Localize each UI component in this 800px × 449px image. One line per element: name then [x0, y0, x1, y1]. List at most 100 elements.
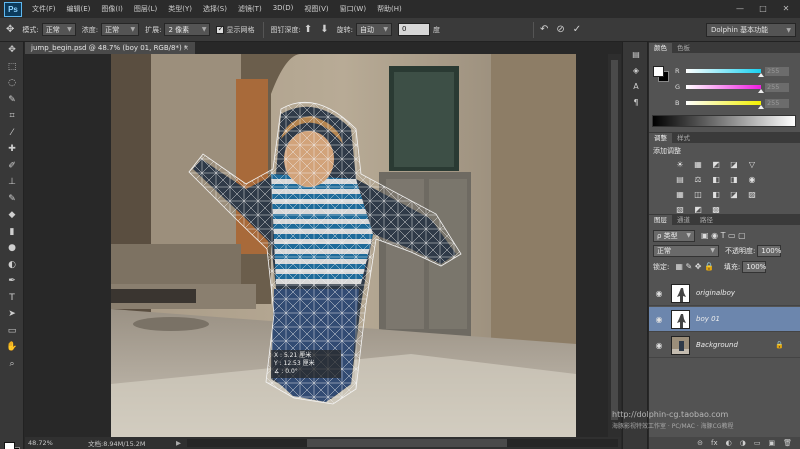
menu-edit[interactable]: 编辑(E) — [67, 4, 91, 14]
canvas-area[interactable]: X : 5.21 厘米 Y : 12.53 厘米 ∡ : 0.0° — [25, 54, 621, 437]
healing-brush-tool-icon[interactable]: ✚ — [0, 141, 24, 158]
expand-select[interactable]: 2 像素 ▼ — [164, 23, 211, 36]
menu-view[interactable]: 视图(V) — [304, 4, 328, 14]
fill-input[interactable]: 100% — [742, 260, 766, 273]
layer-row-originalboy[interactable]: ◉ originalboy — [649, 281, 800, 306]
history-icon[interactable]: ▤ — [623, 46, 649, 62]
tab-color[interactable]: 颜色 — [649, 43, 672, 53]
blend-mode-select[interactable]: 正常 ▼ — [653, 244, 719, 257]
foreground-color-swatch[interactable] — [653, 66, 664, 77]
pin-backward-icon[interactable]: ⬇ — [320, 24, 328, 35]
scroll-thumb[interactable] — [307, 439, 507, 447]
opacity-input[interactable]: 100% — [757, 244, 781, 257]
adjustment-icon-12[interactable]: ◫ — [693, 190, 703, 199]
tab-adjustments[interactable]: 调整 — [649, 133, 672, 143]
menu-layer[interactable]: 图层(L) — [134, 4, 157, 14]
density-select[interactable]: 正常 ▼ — [101, 23, 140, 36]
scroll-thumb[interactable] — [611, 60, 618, 420]
adjustment-icon-17[interactable]: ◩ — [693, 205, 703, 214]
adjustment-icon-15[interactable]: ▨ — [747, 190, 757, 199]
trash-icon[interactable]: 🗑 — [783, 439, 792, 447]
adjustment-icon-5[interactable]: ▽ — [747, 160, 757, 169]
brush-tool-icon[interactable]: ✐ — [0, 158, 24, 175]
history-brush-tool-icon[interactable]: ✎ — [0, 191, 24, 208]
visibility-eye-icon[interactable]: ◉ — [652, 341, 666, 350]
adjustment-icon-14[interactable]: ◪ — [729, 190, 739, 199]
document-tab[interactable]: jump_begin.psd @ 48.7% (boy 01, RGB/8*) … — [25, 42, 195, 54]
blue-channel-slider[interactable] — [686, 101, 764, 109]
quick-select-tool-icon[interactable]: ✎ — [0, 92, 24, 109]
hand-tool-icon[interactable]: ✋ — [0, 339, 24, 356]
photo-canvas[interactable]: X : 5.21 厘米 Y : 12.53 厘米 ∡ : 0.0° — [111, 54, 576, 437]
move-tool-icon[interactable]: ✥ — [0, 42, 24, 59]
rotate-select[interactable]: 自动 ▼ — [355, 23, 392, 36]
slider-knob[interactable] — [758, 73, 764, 77]
clone-stamp-tool-icon[interactable]: ⊥ — [0, 174, 24, 191]
adjustment-icon-8[interactable]: ◧ — [711, 175, 721, 184]
adjustment-icon-16[interactable]: ▧ — [675, 205, 685, 214]
layer-row-background[interactable]: ◉ Background 🔒 — [649, 333, 800, 358]
adjustment-icon-7[interactable]: ⚖ — [693, 175, 703, 184]
minimize-button[interactable]: — — [730, 2, 750, 15]
workspace-select[interactable]: Dolphin 基本功能 ▼ — [706, 23, 796, 37]
menu-help[interactable]: 帮助(H) — [377, 4, 402, 14]
blur-tool-icon[interactable]: ● — [0, 240, 24, 257]
menu-3d[interactable]: 3D(D) — [273, 4, 294, 14]
adjustment-icon-13[interactable]: ◧ — [711, 190, 721, 199]
adjustment-layer-icon[interactable]: ◑ — [740, 439, 746, 447]
tab-swatches[interactable]: 色板 — [672, 43, 695, 53]
zoom-tool-icon[interactable]: ⌕ — [0, 356, 24, 373]
fx-icon[interactable]: fx — [711, 439, 718, 447]
menu-image[interactable]: 图像(I) — [101, 4, 123, 14]
green-channel-slider[interactable] — [686, 85, 764, 93]
close-tab-icon[interactable]: × — [183, 42, 189, 54]
lasso-tool-icon[interactable]: ◌ — [0, 75, 24, 92]
slider-knob[interactable] — [758, 105, 764, 109]
tab-layers[interactable]: 图层 — [649, 215, 672, 225]
marquee-tool-icon[interactable]: ⬚ — [0, 59, 24, 76]
rotate-angle-input[interactable]: 0 — [397, 23, 430, 36]
eyedropper-tool-icon[interactable]: ⁄ — [0, 125, 24, 142]
red-channel-value[interactable]: 255 — [765, 66, 789, 76]
rectangle-tool-icon[interactable]: ▭ — [0, 323, 24, 340]
pin-forward-icon[interactable]: ⬆ — [304, 24, 312, 35]
menu-select[interactable]: 选择(S) — [203, 4, 227, 14]
dodge-tool-icon[interactable]: ◐ — [0, 257, 24, 274]
menu-filter[interactable]: 滤镜(T) — [238, 4, 262, 14]
status-menu-arrow-icon[interactable]: ▶ — [176, 439, 181, 447]
zoom-level[interactable]: 48.72% — [28, 439, 76, 447]
add-mask-icon[interactable]: ◐ — [726, 439, 732, 447]
adjustment-icon-6[interactable]: ▤ — [675, 175, 685, 184]
horizontal-scrollbar[interactable] — [187, 439, 618, 447]
character-icon[interactable]: A — [623, 78, 649, 94]
tab-paths[interactable]: 路径 — [695, 215, 718, 225]
adjustment-icon-11[interactable]: ▦ — [675, 190, 685, 199]
adjustment-icon-2[interactable]: ▦ — [693, 160, 703, 169]
cancel-icon[interactable]: ⊘ — [556, 24, 564, 35]
eraser-tool-icon[interactable]: ◆ — [0, 207, 24, 224]
type-tool-icon[interactable]: T — [0, 290, 24, 307]
green-channel-value[interactable]: 255 — [765, 82, 789, 92]
path-select-tool-icon[interactable]: ➤ — [0, 306, 24, 323]
link-layers-icon[interactable]: ⊝ — [697, 439, 703, 447]
visibility-eye-icon[interactable]: ◉ — [652, 289, 666, 298]
adjustment-icon-1[interactable]: ☀ — [675, 160, 685, 169]
filter-icons[interactable]: ▣ ◉ T ▭ ▢ — [701, 231, 746, 240]
layer-filter-select[interactable]: ρ 类型 ▼ — [653, 229, 695, 242]
visibility-eye-icon[interactable]: ◉ — [652, 315, 666, 324]
crop-tool-icon[interactable]: ⌗ — [0, 108, 24, 125]
mode-select[interactable]: 正常 ▼ — [41, 23, 76, 36]
color-ramp[interactable] — [652, 115, 796, 127]
new-layer-icon[interactable]: ▣ — [768, 439, 775, 447]
blue-channel-value[interactable]: 255 — [765, 98, 789, 108]
adjustment-icon-9[interactable]: ◨ — [729, 175, 739, 184]
layer-row-boy-01[interactable]: ◉ boy 01 — [649, 307, 800, 332]
lock-icons[interactable]: ▦ ✎ ✥ 🔒 — [675, 262, 714, 271]
adjustment-icon-3[interactable]: ◩ — [711, 160, 721, 169]
adjustment-icon-18[interactable]: ▩ — [711, 205, 721, 214]
menu-type[interactable]: 类型(Y) — [168, 4, 192, 14]
maximize-button[interactable]: □ — [753, 2, 773, 15]
puppet-warp-icon[interactable]: ✥ — [6, 24, 14, 35]
adjustment-icon-4[interactable]: ◪ — [729, 160, 739, 169]
foreground-color-swatch[interactable] — [4, 442, 15, 449]
